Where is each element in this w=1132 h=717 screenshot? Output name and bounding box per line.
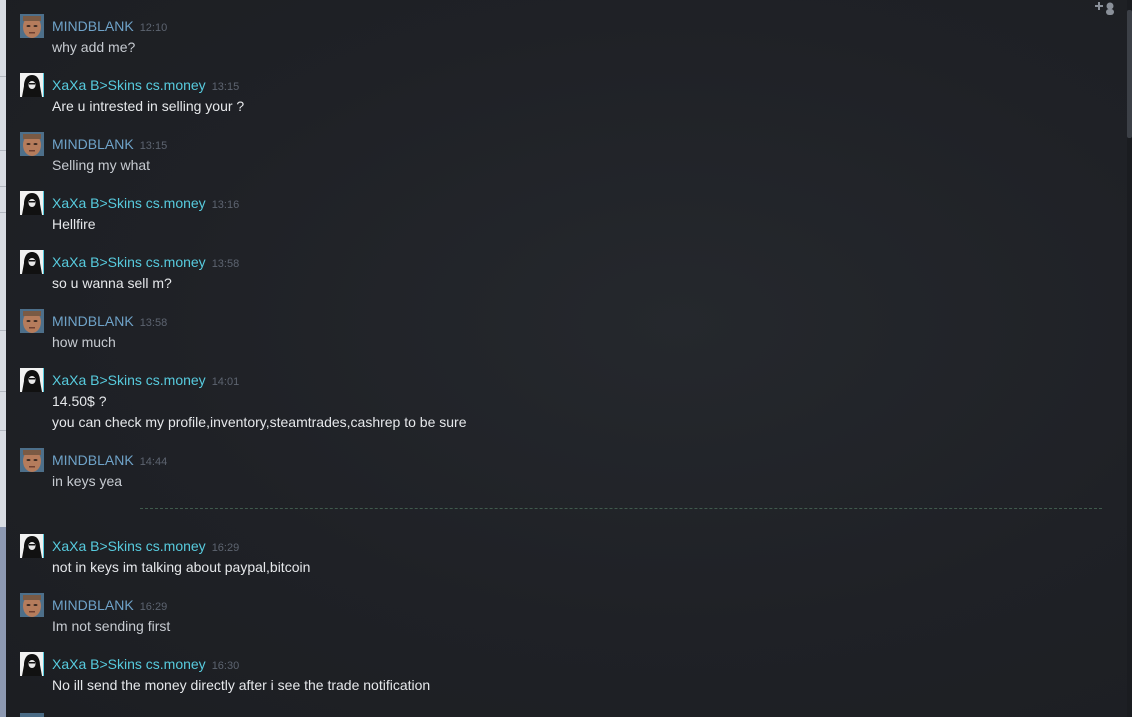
face-avatar-image [20,593,44,617]
sender-name[interactable]: XaXa B>Skins cs.money [52,372,206,388]
hooded-figure-avatar-image [20,652,44,676]
face-avatar-image [20,14,44,38]
hooded-figure-avatar-image [20,368,44,392]
mindblank-avatar[interactable] [20,448,44,472]
chat-window: MINDBLANK 12:10 why add me? XaXa B>Skins cs… [0,0,1132,717]
edge-separator [0,430,6,431]
message-text: Selling my what [52,157,151,173]
message-text: Are u intrested in selling your ? [52,98,245,114]
sender-name[interactable]: MINDBLANK [52,136,134,152]
message-timestamp: 13:15 [139,140,168,152]
message-timestamp: 13:15 [211,81,240,93]
sender-name[interactable]: MINDBLANK [52,597,134,613]
edge-separator [0,76,6,77]
message-header: MINDBLANK 12:10 [52,18,167,36]
sender-name[interactable]: MINDBLANK [52,18,134,34]
message-header: MINDBLANK 13:15 [52,136,167,154]
mindblank-avatar[interactable] [20,132,44,156]
message-text: why add me? [52,39,136,55]
xaxa-avatar[interactable] [20,652,44,676]
hooded-figure-avatar-image [20,191,44,215]
face-avatar-image [20,132,44,156]
sender-name[interactable]: XaXa B>Skins cs.money [52,656,206,672]
message-text: how much [52,334,116,350]
sender-name[interactable]: MINDBLANK [52,452,134,468]
message-timestamp: 13:58 [211,258,240,270]
message-timestamp: 13:16 [211,199,240,211]
invite-to-chat-button[interactable] [1093,0,1119,16]
message-text: Hellfire [52,216,96,232]
mindblank-avatar[interactable] [20,309,44,333]
sender-name[interactable]: XaXa B>Skins cs.money [52,538,206,554]
xaxa-avatar[interactable] [20,191,44,215]
edge-separator [0,212,6,213]
xaxa-avatar[interactable] [20,534,44,558]
message-header: XaXa B>Skins cs.money 16:29 [52,538,239,556]
scrollbar[interactable] [1127,0,1132,717]
message-header: MINDBLANK 16:29 [52,597,167,615]
message-header: MINDBLANK 13:58 [52,313,167,331]
message-text: not in keys im talking about paypal,bitc… [52,559,311,575]
hooded-figure-avatar-image [20,534,44,558]
edge-separator [0,186,6,187]
mindblank-avatar[interactable] [20,713,44,717]
message-timestamp: 13:58 [139,317,168,329]
sender-name[interactable]: XaXa B>Skins cs.money [52,77,206,93]
sender-name[interactable]: XaXa B>Skins cs.money [52,254,206,270]
sender-name[interactable]: XaXa B>Skins cs.money [52,195,206,211]
edge-separator [0,150,6,151]
message-timestamp: 16:29 [211,542,240,554]
message-timestamp: 14:44 [139,456,168,468]
selected-friend-edge[interactable] [0,527,6,717]
hooded-figure-avatar-image [20,250,44,274]
edge-separator [0,391,6,392]
message-text: in keys yea [52,473,123,489]
sender-name[interactable]: MINDBLANK [52,313,134,329]
message-header: XaXa B>Skins cs.money 13:15 [52,77,239,95]
edge-separator [0,330,6,331]
message-header: XaXa B>Skins cs.money 16:30 [52,656,239,674]
message-header: MINDBLANK 14:44 [52,452,167,470]
message-header: XaXa B>Skins cs.money 13:16 [52,195,239,213]
message-text: you can check my profile,inventory,steam… [52,414,467,430]
new-messages-divider [140,508,1102,509]
message-timestamp: 16:30 [211,660,240,672]
message-text: 14.50$ ? [52,393,107,409]
scrollbar-thumb[interactable] [1127,10,1132,138]
mindblank-avatar[interactable] [20,14,44,38]
message-timestamp: 14:01 [211,376,240,388]
message-text: so u wanna sell m? [52,275,172,291]
face-avatar-image [20,448,44,472]
message-header: XaXa B>Skins cs.money 13:58 [52,254,239,272]
friends-list-edge[interactable] [0,0,6,717]
message-text: No ill send the money directly after i s… [52,677,431,693]
mindblank-avatar[interactable] [20,593,44,617]
hooded-figure-avatar-image [20,73,44,97]
message-header: XaXa B>Skins cs.money 14:01 [52,372,239,390]
face-avatar-image [20,309,44,333]
message-timestamp: 16:29 [139,601,168,613]
xaxa-avatar[interactable] [20,250,44,274]
xaxa-avatar[interactable] [20,368,44,392]
xaxa-avatar[interactable] [20,73,44,97]
message-text: Im not sending first [52,618,171,634]
add-friend-icon [1095,2,1114,15]
message-timestamp: 12:10 [139,22,168,34]
